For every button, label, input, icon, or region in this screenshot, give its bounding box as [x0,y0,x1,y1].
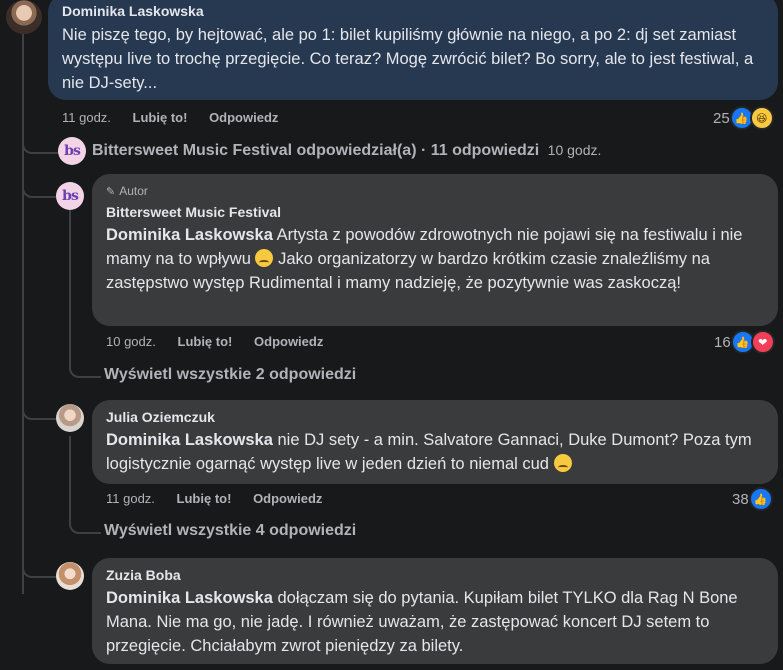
reply-button[interactable]: Odpowiedz [254,334,323,349]
thread-connector [22,132,60,154]
reply-text: Dominika Laskowska Artysta z powodów zdr… [106,223,764,295]
page-avatar[interactable]: bs [56,182,84,210]
mention-link[interactable]: Dominika Laskowska [106,589,273,607]
reply-button[interactable]: Odpowiedz [209,110,278,125]
avatar[interactable] [6,0,42,34]
reply-bubble: ✎ Autor Bittersweet Music Festival Domin… [92,174,778,326]
comment-bubble: Dominika Laskowska Nie piszę tego, by he… [48,0,778,100]
love-reaction-icon: ❤ [750,330,775,354]
like-button[interactable]: Lubię to! [133,110,188,125]
reaction-number: 16 [714,333,731,351]
comment-actions: 11 godz. Lubię to! Odpowiedz [62,110,296,125]
page-avatar[interactable]: bs [58,137,86,165]
page-replied-time: 10 godz. [547,142,602,158]
avatar[interactable] [56,404,84,432]
reply-actions: 11 godz. Lubię to! Odpowiedz [106,491,340,506]
author-badge: ✎ Autor [106,183,764,199]
reply-button[interactable]: Odpowiedz [253,491,322,506]
page-replied-link[interactable]: Bittersweet Music Festival odpowiedział(… [92,142,539,159]
reply-bubble: Zuzia Boba Dominika Laskowska dołączam s… [92,558,778,664]
reply-author[interactable]: Bittersweet Music Festival [106,203,764,221]
thread-connector [69,358,101,378]
view-all-replies-link[interactable]: Wyświetl wszystkie 2 odpowiedzi [104,366,356,384]
thread-line [69,210,71,365]
thread-line [69,436,71,523]
reaction-number: 38 [732,490,749,508]
reaction-count[interactable]: 38 👍 [732,487,773,511]
thread-connector [22,398,60,420]
comment-time[interactable]: 11 godz. [62,110,111,125]
like-button[interactable]: Lubię to! [177,491,232,506]
upside-down-emoji-icon [553,454,572,472]
reaction-number: 25 [713,109,730,127]
reaction-count[interactable]: 25 👍 😆 [713,106,774,130]
reply-time[interactable]: 10 godz. [106,334,156,349]
reply-author[interactable]: Julia Oziemczuk [106,408,764,426]
thread-connector [22,176,60,198]
comment-text: Nie piszę tego, by hejtować, ale po 1: b… [62,26,754,92]
reply-time[interactable]: 11 godz. [106,491,155,506]
reply-author[interactable]: Zuzia Boba [106,566,764,584]
reply-text: Dominika Laskowska nie DJ sety - a min. … [106,428,764,476]
mention-link[interactable]: Dominika Laskowska [106,226,273,244]
thread-connector [22,556,60,578]
haha-reaction-icon: 😆 [749,106,774,130]
page-replied-summary[interactable]: Bittersweet Music Festival odpowiedział(… [92,142,601,160]
like-button[interactable]: Lubię to! [178,334,233,349]
view-all-replies-link[interactable]: Wyświetl wszystkie 4 odpowiedzi [104,522,356,540]
thread-line [22,34,24,594]
mention-link[interactable]: Dominika Laskowska [106,431,273,449]
like-reaction-icon: 👍 [748,487,773,511]
reply-bubble: Julia Oziemczuk Dominika Laskowska nie D… [92,400,778,484]
avatar[interactable] [56,562,84,590]
reply-text: Dominika Laskowska dołączam się do pytan… [106,586,764,658]
comment-author[interactable]: Dominika Laskowska [62,2,764,20]
pen-icon: ✎ [106,185,116,198]
sad-emoji-icon [255,249,274,267]
reaction-count[interactable]: 16 👍 ❤ [714,330,775,354]
reply-actions: 10 godz. Lubię to! Odpowiedz [106,334,341,349]
thread-connector [69,514,101,534]
author-badge-label: Autor [119,184,148,198]
